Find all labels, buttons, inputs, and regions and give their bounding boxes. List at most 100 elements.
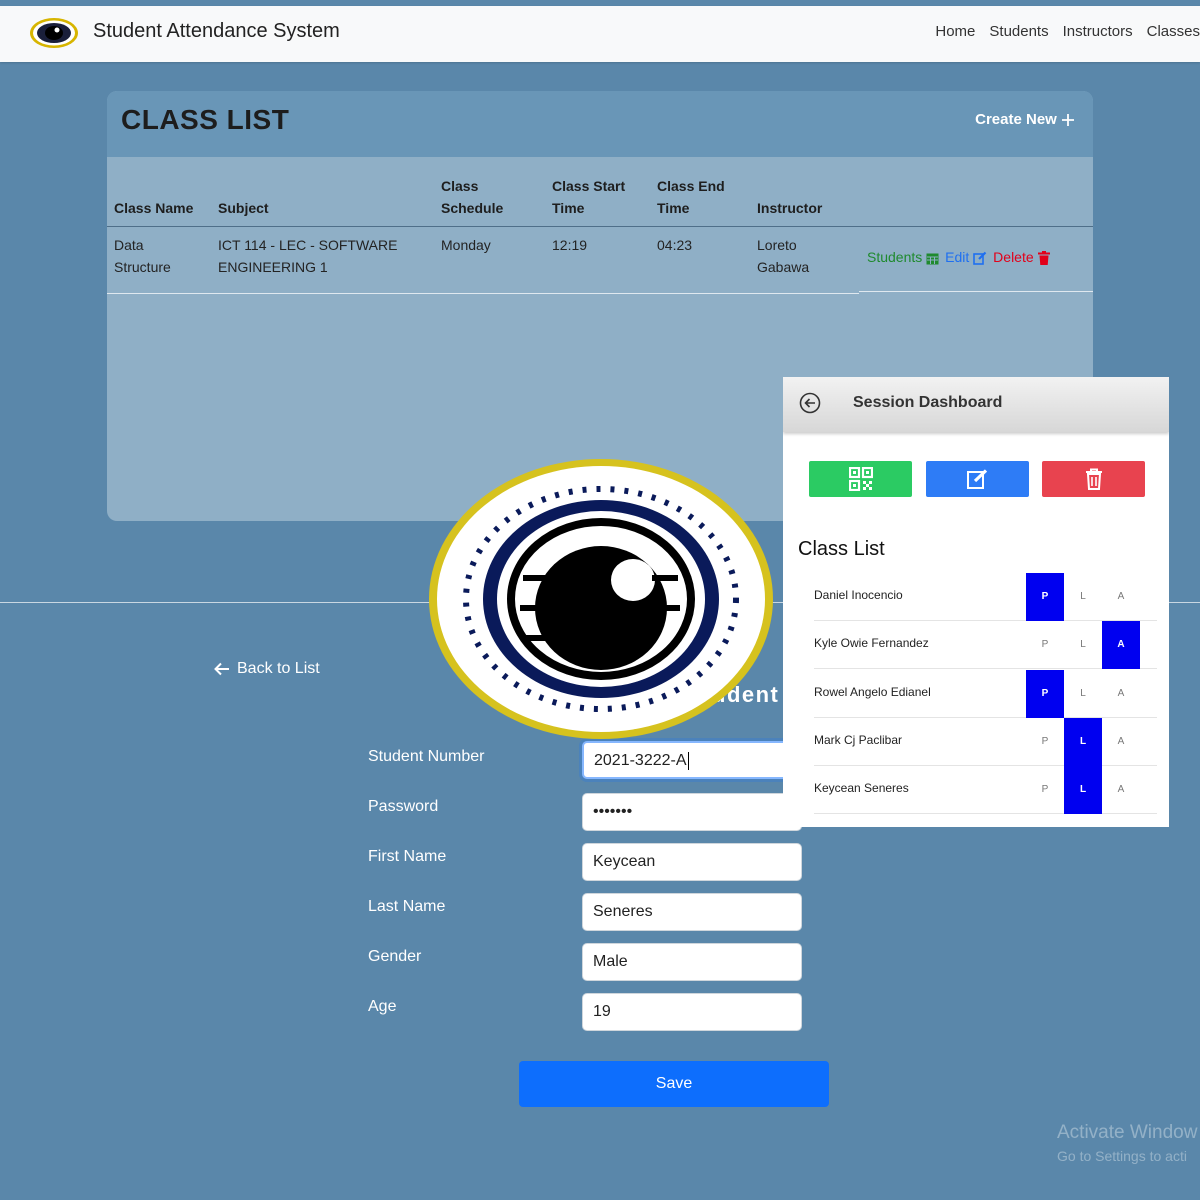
school-seal-logo-icon [429, 459, 773, 739]
edit-link[interactable]: Edit [945, 249, 987, 266]
cell-instructor: Loreto Gabawa [757, 234, 809, 278]
page-title: CLASS LIST [121, 104, 290, 135]
first-name-input[interactable]: Keycean [582, 843, 802, 881]
row-divider-actions [859, 291, 1093, 292]
calendar-icon [926, 253, 939, 265]
attendance-row: Kyle Owie Fernandez P L A [814, 621, 1157, 669]
first-name-label: First Name [368, 848, 447, 865]
students-link[interactable]: Students [867, 249, 939, 265]
password-input[interactable]: ••••••• [582, 793, 802, 831]
cell-schedule: Monday [441, 237, 491, 253]
student-name: Keycean Seneres [814, 781, 909, 795]
present-toggle[interactable]: P [1026, 670, 1064, 718]
edit-square-icon [973, 252, 987, 266]
create-new-label: Create New [975, 111, 1057, 128]
cell-start-time: 12:19 [552, 237, 588, 253]
attendance-row: Mark Cj Paclibar P L A [814, 718, 1157, 766]
session-title: Session Dashboard [853, 394, 1003, 411]
back-circle-arrow-icon[interactable] [799, 392, 821, 414]
student-name: Kyle Owie Fernandez [814, 636, 929, 650]
cell-class-name-line2: Structure [114, 259, 171, 275]
edit-session-button[interactable] [926, 461, 1029, 497]
brand-title[interactable]: Student Attendance System [93, 20, 340, 43]
present-toggle[interactable]: P [1026, 621, 1064, 669]
present-toggle[interactable]: P [1026, 573, 1064, 621]
header-schedule: Class Schedule [441, 175, 503, 219]
nav-home[interactable]: Home [935, 23, 975, 40]
absent-toggle[interactable]: A [1102, 573, 1140, 621]
school-logo-icon[interactable] [28, 16, 80, 50]
arrow-left-icon [214, 662, 229, 676]
attendance-row: Keycean Seneres P L A [814, 766, 1157, 814]
late-toggle[interactable]: L [1064, 621, 1102, 669]
qr-code-icon [848, 467, 873, 491]
gender-label: Gender [368, 948, 422, 965]
delete-link[interactable]: Delete [993, 249, 1050, 266]
header-end-line2: Time [657, 200, 690, 216]
student-name: Daniel Inocencio [814, 588, 903, 602]
qr-code-button[interactable] [809, 461, 912, 497]
attendance-row: Daniel Inocencio P L A [814, 573, 1157, 621]
present-toggle[interactable]: P [1026, 766, 1064, 814]
nav-links: Home Students Instructors Classes [935, 23, 1200, 40]
present-toggle[interactable]: P [1026, 718, 1064, 766]
absent-toggle[interactable]: A [1102, 621, 1140, 669]
late-toggle[interactable]: L [1064, 573, 1102, 621]
nav-classes[interactable]: Classes [1147, 23, 1200, 40]
cell-subject-line1: ICT 114 - LEC - SOFTWARE [218, 237, 398, 253]
cell-instructor-line1: Loreto [757, 237, 797, 253]
activation-watermark: Activate Window [1057, 1122, 1198, 1143]
trash-icon [1085, 468, 1102, 490]
age-input[interactable]: 19 [582, 993, 802, 1031]
late-toggle[interactable]: L [1064, 766, 1102, 814]
cell-class-name-line1: Data [114, 237, 144, 253]
header-subject: Subject [218, 200, 269, 216]
header-end-line1: Class End [657, 178, 725, 194]
navbar: Student Attendance System Home Students … [0, 6, 1200, 62]
header-schedule-line1: Class [441, 178, 479, 194]
student-number-label: Student Number [368, 748, 485, 765]
delete-link-label: Delete [993, 249, 1034, 265]
header-start-line2: Time [552, 200, 585, 216]
text-cursor [687, 751, 689, 770]
row-divider [107, 293, 859, 294]
nav-students[interactable]: Students [989, 23, 1048, 40]
edit-link-label: Edit [945, 249, 970, 265]
session-dashboard-panel: Session Dashboard Class List Daniel Inoc… [783, 377, 1169, 827]
header-class-name: Class Name [114, 200, 194, 216]
student-name: Rowel Angelo Edianel [814, 685, 931, 699]
attendance-row: Rowel Angelo Edianel P L A [814, 670, 1157, 718]
create-new-button[interactable]: Create New [975, 111, 1075, 128]
header-end-time: Class End Time [657, 175, 725, 219]
last-name-input[interactable]: Seneres [582, 893, 802, 931]
student-name: Mark Cj Paclibar [814, 733, 903, 747]
row-actions: Students Edit Delete [867, 249, 1050, 266]
password-label: Password [368, 798, 439, 815]
cell-subject: ICT 114 - LEC - SOFTWARE ENGINEERING 1 [218, 234, 397, 278]
absent-toggle[interactable]: A [1102, 718, 1140, 766]
cell-instructor-line2: Gabawa [757, 259, 810, 275]
back-to-list-link[interactable]: Back to List [214, 660, 320, 678]
cell-class-name: Data Structure [114, 234, 171, 278]
nav-instructors[interactable]: Instructors [1063, 23, 1133, 40]
cell-subject-line2: ENGINEERING 1 [218, 259, 328, 275]
session-app-bar: Session Dashboard [783, 377, 1169, 432]
back-to-list-label: Back to List [237, 660, 320, 677]
header-start-line1: Class Start [552, 178, 626, 194]
header-schedule-line2: Schedule [441, 200, 504, 216]
header-start-time: Class Start Time [552, 175, 625, 219]
plus-icon [1062, 114, 1074, 127]
late-toggle[interactable]: L [1064, 670, 1102, 718]
delete-session-button[interactable] [1042, 461, 1145, 497]
save-button[interactable]: Save [519, 1061, 829, 1107]
absent-toggle[interactable]: A [1102, 670, 1140, 718]
header-divider [107, 226, 1093, 227]
cell-end-time: 04:23 [657, 237, 693, 253]
late-toggle[interactable]: L [1064, 718, 1102, 766]
header-instructor: Instructor [757, 200, 823, 216]
student-number-input[interactable]: 2021-3222-A [582, 741, 802, 779]
student-number-value: 2021-3222-A [594, 752, 687, 769]
gender-input[interactable]: Male [582, 943, 802, 981]
absent-toggle[interactable]: A [1102, 766, 1140, 814]
last-name-label: Last Name [368, 898, 446, 915]
